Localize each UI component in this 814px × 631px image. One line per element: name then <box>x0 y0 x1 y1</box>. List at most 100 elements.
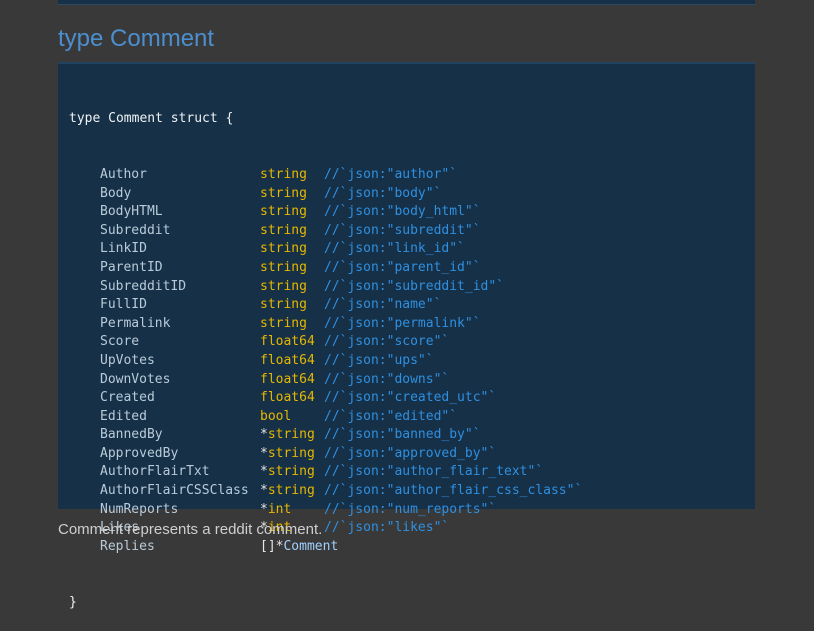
field-type-name: float64 <box>260 334 315 350</box>
struct-field-line: BodyHTML string //`json:"body_html"` <box>69 203 755 222</box>
field-pointer-prefix: * <box>260 427 268 443</box>
field-type: float64 <box>260 389 324 408</box>
field-name: DownVotes <box>100 371 171 387</box>
struct-field-line: ParentID string //`json:"parent_id"` <box>69 259 755 278</box>
field-type-name: int <box>267 501 292 517</box>
struct-field-line: Replies []*Comment <box>69 538 755 557</box>
field-name: ParentID <box>100 259 163 275</box>
field-json-tag: //`json:"banned_by"` <box>324 427 481 443</box>
field-name: AuthorFlairCSSClass <box>100 483 249 499</box>
field-type-name: float64 <box>260 371 315 387</box>
field-type: float64 <box>260 371 324 390</box>
field-name: Author <box>100 166 147 182</box>
field-type: string <box>260 166 324 185</box>
field-name: AuthorFlairTxt <box>100 464 210 480</box>
struct-fields: Author string //`json:"author"` Body string /… <box>69 166 755 556</box>
struct-field-line: LinkID string //`json:"link_id"` <box>69 240 755 259</box>
field-json-tag: //`json:"body_html"` <box>324 204 481 220</box>
struct-field-line: Author string //`json:"author"` <box>69 166 755 185</box>
field-json-tag: //`json:"author"` <box>324 166 458 182</box>
field-type: string <box>260 222 324 241</box>
struct-field-line: Body string //`json:"body"` <box>69 185 755 204</box>
field-type: *int <box>260 501 324 520</box>
field-name: LinkID <box>100 241 147 257</box>
field-type-name: string <box>260 315 307 331</box>
field-type: string <box>260 278 324 297</box>
field-json-tag: //`json:"approved_by"` <box>324 445 497 461</box>
field-type-name: string <box>260 222 307 238</box>
field-name: Body <box>100 185 132 201</box>
field-json-tag: //`json:"likes"` <box>324 520 450 536</box>
field-name: Score <box>100 334 140 350</box>
field-type-name: string <box>260 166 307 182</box>
field-name: Created <box>100 390 155 406</box>
field-pointer-prefix: * <box>260 464 268 480</box>
struct-field-line: Subreddit string //`json:"subreddit"` <box>69 222 755 241</box>
field-pointer-prefix: * <box>260 445 268 461</box>
field-name: NumReports <box>100 501 179 517</box>
field-type: string <box>260 315 324 334</box>
field-pointer-prefix: []* <box>260 538 284 554</box>
field-type-name: string <box>260 185 307 201</box>
field-json-tag: //`json:"subreddit_id"` <box>324 278 505 294</box>
field-type-name: string <box>267 464 315 480</box>
previous-code-block <box>58 0 755 5</box>
field-json-tag: //`json:"body"` <box>324 185 442 201</box>
struct-field-line: AuthorFlairTxt *string//`json:"author_fla… <box>69 463 755 482</box>
field-name: Replies <box>100 538 155 554</box>
field-type: float64 <box>260 333 324 352</box>
field-type-name: string <box>260 297 307 313</box>
field-json-tag: //`json:"edited"` <box>324 408 458 424</box>
field-json-tag: //`json:"downs"` <box>324 371 450 387</box>
field-type: *string <box>260 463 324 482</box>
field-type: string <box>260 185 324 204</box>
field-name: SubredditID <box>100 278 187 294</box>
struct-field-line: ApprovedBy *string//`json:"approved_by"` <box>69 445 755 464</box>
field-name: BodyHTML <box>100 204 163 220</box>
struct-field-line: NumReports *int//`json:"num_reports"` <box>69 501 755 520</box>
struct-field-line: FullID string //`json:"name"` <box>69 296 755 315</box>
type-description: Comment represents a reddit comment. <box>58 521 323 538</box>
field-type: []*Comment <box>260 538 338 557</box>
field-type: string <box>260 296 324 315</box>
field-type-name: bool <box>260 408 292 424</box>
field-name: BannedBy <box>100 427 163 443</box>
field-type: string <box>260 259 324 278</box>
field-pointer-prefix: * <box>260 501 268 517</box>
field-json-tag: //`json:"subreddit"` <box>324 222 481 238</box>
field-name: Subreddit <box>100 222 171 238</box>
field-type-name: string <box>267 483 315 499</box>
struct-field-line: UpVotes float64 //`json:"ups"` <box>69 352 755 371</box>
field-type-name: string <box>267 445 315 461</box>
field-type-name: string <box>260 204 307 220</box>
struct-field-line: BannedBy *string//`json:"banned_by"` <box>69 426 755 445</box>
type-heading[interactable]: type Comment <box>58 24 214 54</box>
field-type: string <box>260 240 324 259</box>
struct-field-line: Created float64 //`json:"created_utc"` <box>69 389 755 408</box>
field-json-tag: //`json:"num_reports"` <box>324 501 497 517</box>
field-type: *string <box>260 482 324 501</box>
field-json-tag: //`json:"parent_id"` <box>324 259 481 275</box>
field-type: *string <box>260 445 324 464</box>
struct-field-line: Permalink string //`json:"permalink"` <box>69 315 755 334</box>
field-type: *string <box>260 426 324 445</box>
field-json-tag: //`json:"created_utc"` <box>324 390 497 406</box>
field-name: Edited <box>100 408 147 424</box>
struct-field-line: DownVotes float64 //`json:"downs"` <box>69 371 755 390</box>
struct-field-line: AuthorFlairCSSClass *string//`json:"autho… <box>69 482 755 501</box>
field-type-name: string <box>260 241 307 257</box>
field-name: FullID <box>100 297 147 313</box>
field-name: ApprovedBy <box>100 445 179 461</box>
struct-open-line: type Comment struct { <box>69 111 234 127</box>
field-json-tag: //`json:"link_id"` <box>324 241 465 257</box>
field-json-tag: //`json:"name"` <box>324 297 442 313</box>
field-json-tag: //`json:"score"` <box>324 334 450 350</box>
field-type-name: string <box>260 259 307 275</box>
field-pointer-prefix: * <box>260 483 268 499</box>
field-json-tag: //`json:"permalink"` <box>324 315 481 331</box>
struct-field-line: SubredditID string //`json:"subreddit_id"` <box>69 278 755 297</box>
field-type-name: float64 <box>260 390 315 406</box>
code-block: type Comment struct { Author string //`jso… <box>58 62 755 610</box>
field-json-tag: //`json:"author_flair_css_class"` <box>324 483 583 499</box>
field-type-link[interactable]: Comment <box>283 539 338 554</box>
